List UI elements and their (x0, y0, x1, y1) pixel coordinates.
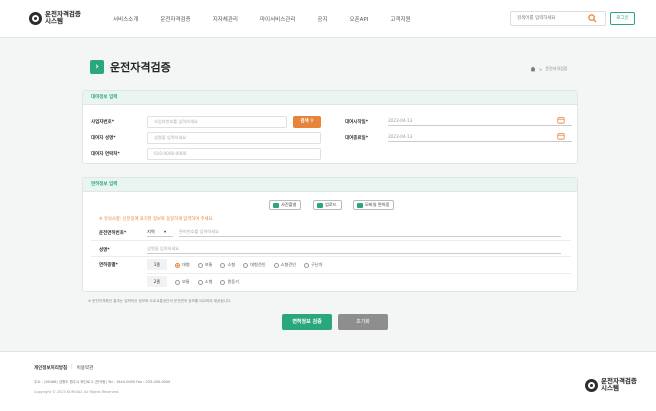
logo-line2: 시스템 (45, 17, 63, 25)
page-title-row: › 운전자격검증 (90, 59, 171, 75)
biz-number-label: 사업자번호* (91, 120, 115, 125)
mobile-license-button[interactable]: 모바일 면허증 (353, 200, 395, 210)
class2-label: 2종 (147, 276, 167, 287)
footer-copyright: Copyright © 2023 KOROAD. All Rights Rese… (34, 390, 120, 394)
login-button[interactable]: 로그인 (610, 12, 635, 25)
radio-class2-small[interactable]: 소형 (197, 279, 212, 285)
renter-phone-input[interactable]: 010-0000-0000 (147, 148, 321, 160)
end-date-label: 대여종료일* (345, 136, 369, 141)
site-header: 운전자격검증 시스템 서비스소개 운전자격검증 지자체관리 마이서비스관리 공지… (0, 0, 656, 38)
footer-address: 주소 : (26466) 강원도 원주시 혁신로 2 (반곡동) Tel : 1… (34, 380, 171, 384)
class1-label: 1종 (147, 259, 167, 270)
calendar-icon[interactable] (557, 116, 565, 124)
search-icon: ⚲ (310, 119, 314, 124)
biz-number-input[interactable]: 사업자번호를 입력하세요 (147, 116, 287, 128)
start-date-label: 대여시작일* (345, 120, 369, 125)
renter-phone-label: 대여자 연락처* (91, 152, 120, 157)
rental-info-heading: 대여정보 입력 (83, 91, 577, 105)
renter-name-input[interactable]: 성명을 입력하세요 (147, 132, 321, 144)
license-notice: ※ 유의사항: 신분증에 표기된 정보와 동일하게 입력하여 주세요. (99, 217, 214, 222)
footnote-text: ※ 운전자격확인 결과는 입력하신 정보와 도로교통공단의 운전면허 정보를 비… (88, 299, 232, 303)
radio-class1-large-tow[interactable]: 대형견인 (243, 262, 266, 268)
mobile-icon (357, 202, 363, 208)
license-number-label: 운전면허번호* (99, 231, 127, 236)
reset-button[interactable]: 초기화 (338, 314, 388, 330)
radio-class1-large[interactable]: 대형 (175, 262, 190, 268)
camera-icon (273, 202, 279, 208)
end-date-input[interactable]: 2023-04-13 (388, 131, 572, 142)
renter-name-label: 대여자 성명* (91, 136, 116, 141)
class1-radio-group: 대형 보통 소형 대형견인 소형견인 구난차 (175, 262, 323, 268)
nav-item-support[interactable]: 고객지원 (390, 15, 410, 23)
logo-icon (585, 378, 598, 392)
nav-item-intro[interactable]: 서비스소개 (113, 15, 138, 23)
start-date-input[interactable]: 2023-04-13 (388, 115, 572, 126)
holder-name-input[interactable]: 성명을 입력하세요 (147, 243, 561, 254)
nav-item-api[interactable]: 오픈API (350, 15, 369, 23)
radio-class2-normal[interactable]: 보통 (175, 279, 190, 285)
nav-item-local[interactable]: 지자체관리 (213, 15, 238, 23)
breadcrumb-current: 운전자격검증 (545, 66, 568, 71)
nav-item-verify[interactable]: 운전자격검증 (160, 15, 190, 23)
footer-links: 개인정보처리방침 | 이용약관 (34, 365, 94, 371)
chevron-down-icon: ▾ (164, 229, 167, 234)
page-title: 운전자격검증 (110, 61, 171, 74)
main-nav: 서비스소개 운전자격검증 지자체관리 마이서비스관리 공지 오픈API 고객지원 (113, 15, 433, 23)
footer-logo: 운전자격검증 시스템 (585, 378, 637, 392)
upload-icon (317, 202, 323, 208)
site-logo[interactable]: 운전자격검증 시스템 (29, 11, 81, 25)
search-icon[interactable] (588, 14, 597, 23)
region-select[interactable]: 지역 ▾ (147, 226, 173, 237)
radio-class1-small-tow[interactable]: 소형견인 (273, 262, 296, 268)
rental-info-card: 대여정보 입력 사업자번호* 사업자번호를 입력하세요 검색 ⚲ 대여자 성명*… (82, 90, 578, 164)
license-info-card: 면허정보 입력 사진촬영 업로드 모바일 면허증 ※ 유의사항: 신분증에 표기… (82, 177, 578, 292)
privacy-policy-link[interactable]: 개인정보처리방침 (34, 365, 67, 371)
nav-item-notice[interactable]: 공지 (317, 15, 327, 23)
logo-icon (29, 11, 42, 25)
license-info-heading: 면허정보 입력 (83, 178, 577, 192)
home-icon[interactable] (530, 66, 536, 72)
radio-class1-small[interactable]: 소형 (220, 262, 235, 268)
terms-link[interactable]: 이용약관 (77, 365, 94, 371)
radio-class1-wrecker[interactable]: 구난차 (304, 262, 323, 268)
verify-license-button[interactable]: 면허정보 검증 (282, 314, 332, 330)
radio-class1-normal[interactable]: 보통 (197, 262, 212, 268)
upload-button[interactable]: 업로드 (313, 200, 342, 210)
license-type-label: 면허종별* (99, 263, 118, 268)
nav-item-my[interactable]: 마이서비스관리 (260, 15, 295, 23)
breadcrumb: > 운전자격검증 (530, 66, 567, 72)
site-footer: 개인정보처리방침 | 이용약관 주소 : (26466) 강원도 원주시 혁신로… (0, 351, 656, 411)
license-number-input[interactable]: 면허번호를 입력하세요 (179, 226, 561, 237)
photo-capture-button[interactable]: 사진촬영 (269, 200, 302, 210)
calendar-icon[interactable] (557, 132, 565, 140)
holder-name-label: 성명* (99, 248, 110, 253)
chevron-right-icon: › (90, 60, 104, 74)
biz-search-button[interactable]: 검색 ⚲ (293, 116, 321, 128)
class2-radio-group: 보통 소형 원동기 (175, 279, 239, 285)
radio-class2-moped[interactable]: 원동기 (220, 279, 239, 285)
